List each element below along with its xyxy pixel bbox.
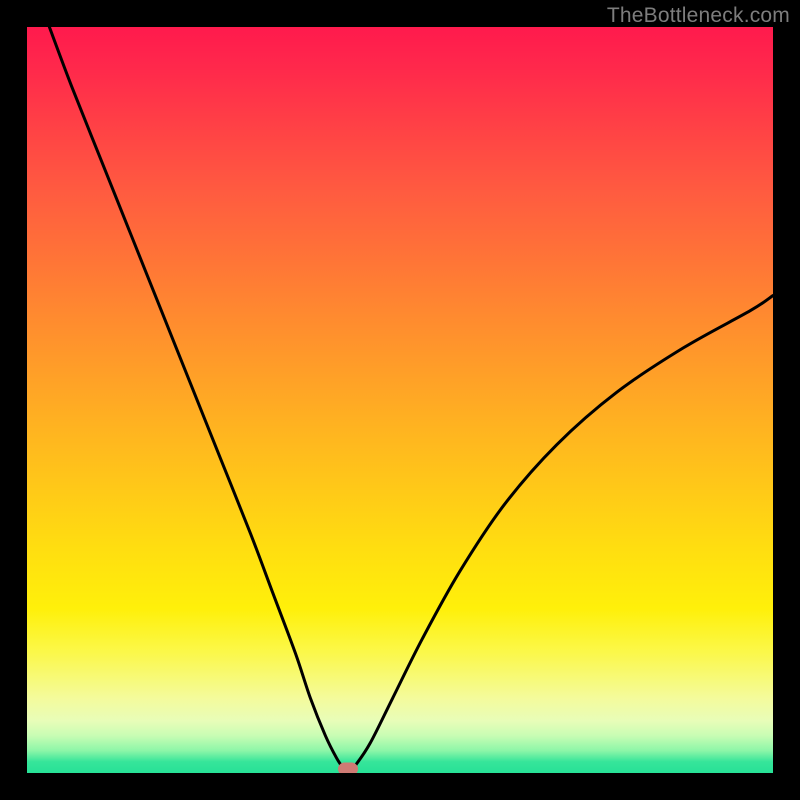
bottleneck-curve — [27, 27, 773, 773]
plot-area — [27, 27, 773, 773]
watermark-text: TheBottleneck.com — [607, 4, 790, 28]
optimum-marker — [338, 763, 358, 773]
chart-frame: TheBottleneck.com — [0, 0, 800, 800]
